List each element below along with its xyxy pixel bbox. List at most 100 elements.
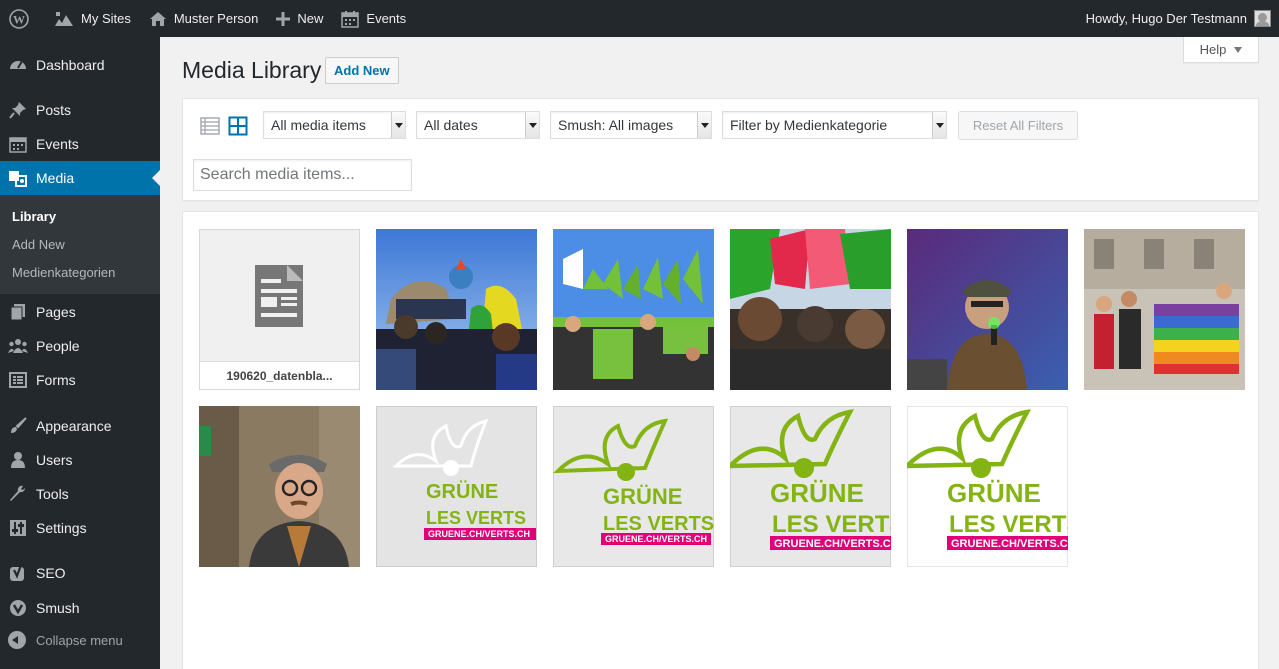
menu-seo[interactable]: SEO bbox=[0, 556, 160, 590]
menu-tools[interactable]: Tools bbox=[0, 477, 160, 511]
home-icon bbox=[149, 11, 166, 26]
menu-smush[interactable]: Smush bbox=[0, 591, 160, 625]
events-menu[interactable]: Events bbox=[332, 0, 415, 37]
menu-appearance[interactable]: Appearance bbox=[0, 409, 160, 443]
media-item-logo-green-large[interactable]: GRÜNE LES VERTS GRUENE.CH/VERTS.CH bbox=[730, 406, 891, 567]
user-icon bbox=[8, 450, 28, 470]
grid-view-icon[interactable] bbox=[228, 116, 248, 136]
dropdown-arrow-icon bbox=[697, 112, 711, 138]
gruene-logo-white: GRÜNE LES VERTS GRUENE.CH/VERTS.CH bbox=[392, 418, 536, 540]
site-name-menu[interactable]: Muster Person bbox=[140, 0, 268, 37]
new-content-menu[interactable]: New bbox=[267, 0, 332, 37]
submenu-add-new[interactable]: Add New bbox=[12, 237, 65, 252]
gruene-logo-green: GRÜNE LES VERTS GRUENE.CH/VERTS.CH bbox=[553, 418, 714, 545]
speaker-photo bbox=[907, 229, 1068, 390]
logo-line2: LES VERTS bbox=[772, 511, 891, 538]
menu-label: Dashboard bbox=[36, 57, 105, 73]
admin-bar: W My Sites Muster Person New Events Howd… bbox=[0, 0, 1279, 37]
menu-posts[interactable]: Posts bbox=[0, 93, 160, 127]
menu-events[interactable]: Events bbox=[0, 127, 160, 161]
media-type-filter[interactable]: All media items bbox=[263, 111, 406, 139]
caret-down-icon bbox=[1234, 46, 1243, 53]
avatar bbox=[1254, 10, 1271, 27]
menu-media[interactable]: Media bbox=[0, 161, 160, 195]
category-filter[interactable]: Filter by Medienkategorie bbox=[722, 111, 947, 139]
smush-icon bbox=[8, 598, 28, 618]
menu-label: Pages bbox=[36, 304, 76, 320]
search-input[interactable] bbox=[193, 159, 412, 191]
media-item-photo[interactable] bbox=[199, 406, 360, 567]
logo-line1: GRÜNE bbox=[603, 484, 682, 509]
menu-settings[interactable]: Settings bbox=[0, 511, 160, 545]
dashboard-icon bbox=[8, 55, 28, 75]
media-submenu: Library Add New Medienkategorien bbox=[0, 195, 160, 294]
dropdown-arrow-icon bbox=[525, 112, 539, 138]
wordpress-icon: W bbox=[9, 8, 29, 29]
new-label: New bbox=[297, 11, 324, 26]
menu-label: Forms bbox=[36, 372, 76, 388]
paintbrush-icon bbox=[8, 416, 28, 436]
site-name-label: Muster Person bbox=[173, 11, 259, 26]
menu-label: Users bbox=[36, 452, 73, 468]
my-account-menu[interactable]: Howdy, Hugo Der Testmann bbox=[1077, 0, 1279, 37]
media-item-photo[interactable] bbox=[553, 229, 714, 390]
my-sites-label: My Sites bbox=[81, 11, 131, 26]
menu-dashboard[interactable]: Dashboard bbox=[0, 48, 160, 82]
green-flags-photo bbox=[553, 229, 714, 390]
collapse-menu-button[interactable]: Collapse menu bbox=[8, 631, 123, 649]
menu-label: People bbox=[36, 338, 80, 354]
media-item-photo[interactable] bbox=[907, 229, 1068, 390]
howdy-label: Howdy, Hugo Der Testmann bbox=[1085, 11, 1247, 26]
rainbow-flag-group-photo bbox=[1084, 229, 1245, 390]
media-item-logo-green-white-bg[interactable]: GRÜNE LES VERTS GRUENE.CH/VERTS.CH bbox=[907, 406, 1068, 567]
submenu-medienkategorien[interactable]: Medienkategorien bbox=[12, 265, 115, 280]
logo-line1: GRÜNE bbox=[947, 478, 1041, 508]
media-item-logo-white[interactable]: GRÜNE LES VERTS GRUENE.CH/VERTS.CH bbox=[376, 406, 537, 567]
svg-text:W: W bbox=[13, 12, 25, 26]
menu-label: Posts bbox=[36, 102, 72, 118]
date-filter[interactable]: All dates bbox=[416, 111, 540, 139]
forms-icon bbox=[8, 370, 28, 390]
media-item-document[interactable]: 190620_datenbla... bbox=[199, 229, 360, 390]
media-item-photo[interactable] bbox=[376, 229, 537, 390]
help-label: Help bbox=[1199, 42, 1227, 57]
calendar-icon bbox=[8, 134, 28, 154]
smush-filter[interactable]: Smush: All images bbox=[550, 111, 712, 139]
collapse-icon bbox=[8, 631, 26, 649]
pushpin-icon bbox=[8, 100, 28, 120]
menu-label: Events bbox=[36, 136, 79, 152]
category-value: Filter by Medienkategorie bbox=[730, 117, 888, 133]
list-view-icon[interactable] bbox=[200, 116, 220, 136]
wordpress-logo[interactable]: W bbox=[0, 0, 45, 37]
wrench-icon bbox=[8, 484, 28, 504]
media-item-photo[interactable] bbox=[1084, 229, 1245, 390]
admin-sidebar: Dashboard Posts Events Media Library Add… bbox=[0, 37, 160, 669]
logo-line2: LES VERTS bbox=[949, 511, 1068, 538]
menu-users[interactable]: Users bbox=[0, 443, 160, 477]
submenu-library[interactable]: Library bbox=[12, 209, 56, 224]
media-item-logo-green[interactable]: GRÜNE LES VERTS GRUENE.CH/VERTS.CH bbox=[553, 406, 714, 567]
gruene-logo-green-large: GRÜNE LES VERTS GRUENE.CH/VERTS.CH bbox=[730, 409, 891, 550]
protest-crowd-photo bbox=[376, 229, 537, 390]
reset-filters-button[interactable]: Reset All Filters bbox=[958, 111, 1078, 140]
dropdown-arrow-icon bbox=[932, 112, 946, 138]
events-label: Events bbox=[366, 11, 407, 26]
media-icon bbox=[8, 168, 28, 188]
add-new-button[interactable]: Add New bbox=[325, 57, 399, 84]
logo-url: GRUENE.CH/VERTS.CH bbox=[774, 538, 891, 550]
menu-label: Settings bbox=[36, 520, 87, 536]
media-filename: 190620_datenbla... bbox=[200, 361, 359, 389]
collapse-label: Collapse menu bbox=[36, 632, 123, 648]
menu-forms[interactable]: Forms bbox=[0, 363, 160, 397]
my-sites-menu[interactable]: My Sites bbox=[45, 0, 140, 37]
date-value: All dates bbox=[424, 117, 478, 133]
media-item-photo[interactable] bbox=[730, 229, 891, 390]
media-type-value: All media items bbox=[271, 117, 366, 133]
red-flags-photo bbox=[730, 229, 891, 390]
menu-people[interactable]: People bbox=[0, 329, 160, 363]
pages-icon bbox=[8, 302, 28, 322]
menu-pages[interactable]: Pages bbox=[0, 295, 160, 329]
page-title: Media Library bbox=[182, 57, 322, 83]
logo-url: GRUENE.CH/VERTS.CH bbox=[951, 538, 1068, 550]
help-tab-button[interactable]: Help bbox=[1183, 37, 1259, 63]
